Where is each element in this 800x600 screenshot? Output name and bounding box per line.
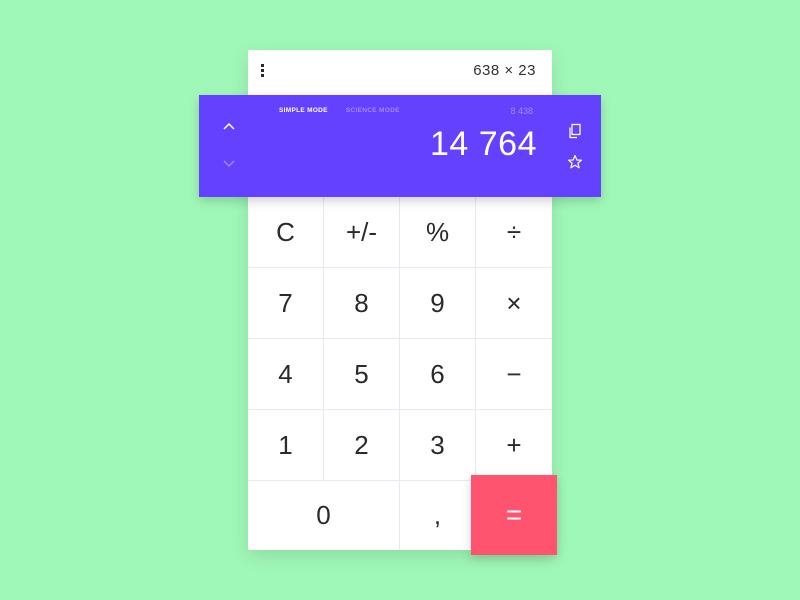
tab-simple-mode[interactable]: SIMPLE MODE — [279, 107, 328, 114]
key-3[interactable]: 3 — [400, 410, 476, 481]
equals-button[interactable]: = — [471, 475, 557, 555]
key-5[interactable]: 5 — [324, 339, 400, 410]
result-value: 14 764 — [430, 125, 537, 163]
stage: 638 × 23 C +/- % ÷ 7 8 9 × 4 5 6 − 1 2 3… — [0, 0, 800, 600]
key-add[interactable]: + — [476, 410, 552, 481]
key-7[interactable]: 7 — [248, 268, 324, 339]
star-icon[interactable] — [567, 154, 583, 170]
key-2[interactable]: 2 — [324, 410, 400, 481]
key-subtract[interactable]: − — [476, 339, 552, 410]
key-multiply[interactable]: × — [476, 268, 552, 339]
tab-science-mode[interactable]: SCIENCE MODE — [346, 107, 400, 114]
previous-result: 8 438 — [510, 106, 533, 116]
key-decimal[interactable]: , — [400, 481, 476, 550]
key-sign-toggle[interactable]: +/- — [324, 197, 400, 268]
mode-tabs: SIMPLE MODE SCIENCE MODE — [279, 107, 416, 114]
copy-icon[interactable] — [567, 123, 583, 139]
chevron-down-icon[interactable] — [221, 155, 237, 171]
key-6[interactable]: 6 — [400, 339, 476, 410]
result-display-panel: SIMPLE MODE SCIENCE MODE 8 438 14 764 — [199, 95, 601, 197]
key-8[interactable]: 8 — [324, 268, 400, 339]
key-clear[interactable]: C — [248, 197, 324, 268]
key-divide[interactable]: ÷ — [476, 197, 552, 268]
expression-display: 638 × 23 — [473, 62, 536, 79]
kebab-menu-icon[interactable] — [258, 64, 266, 80]
chevron-up-icon[interactable] — [221, 119, 237, 135]
key-9[interactable]: 9 — [400, 268, 476, 339]
top-bar: 638 × 23 — [248, 50, 552, 95]
key-0[interactable]: 0 — [248, 481, 400, 550]
key-4[interactable]: 4 — [248, 339, 324, 410]
key-1[interactable]: 1 — [248, 410, 324, 481]
key-percent[interactable]: % — [400, 197, 476, 268]
